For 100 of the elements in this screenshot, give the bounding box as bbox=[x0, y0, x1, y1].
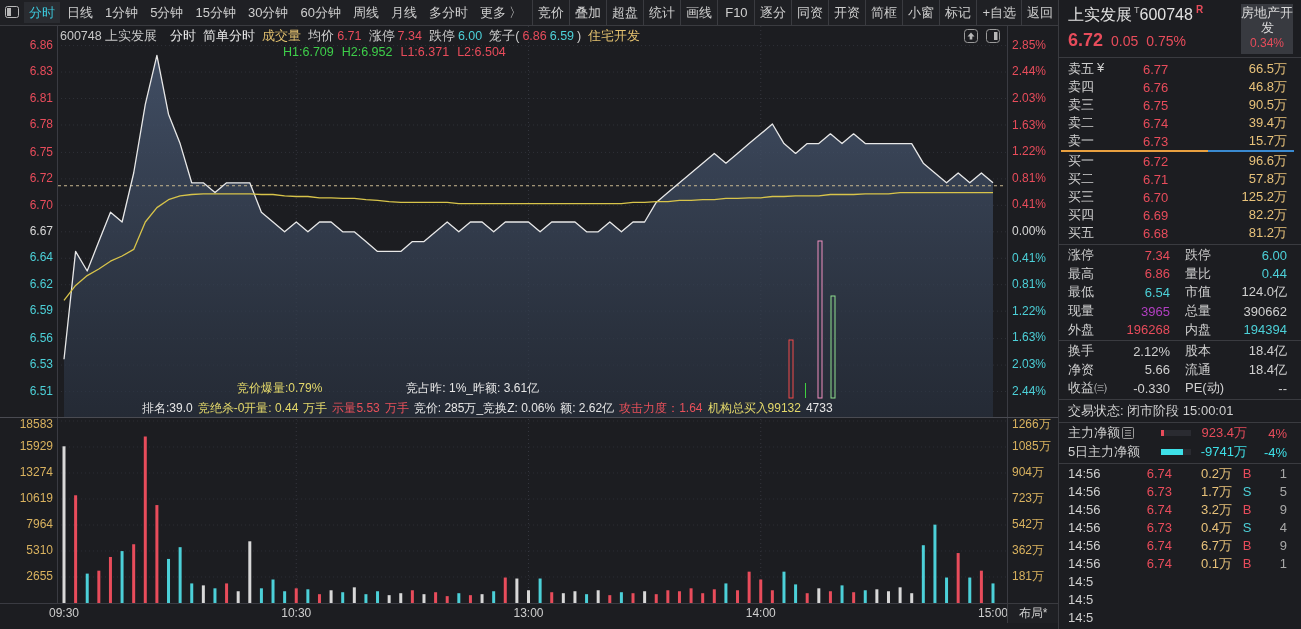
volume-bar bbox=[271, 579, 275, 603]
toolbar-button[interactable]: 同资 bbox=[791, 0, 829, 25]
flow-label: 主力净额 bbox=[1068, 424, 1120, 443]
toolbar-button[interactable]: 简框 bbox=[865, 0, 903, 25]
volume-bar bbox=[817, 588, 821, 603]
volume-bar bbox=[828, 591, 832, 603]
toolbar-button[interactable]: +自选 bbox=[976, 0, 1021, 25]
toolbar-button[interactable]: 标记 bbox=[939, 0, 977, 25]
period-tab[interactable]: 5分钟 bbox=[145, 2, 189, 23]
volume-bar bbox=[770, 590, 774, 603]
stat-label: 外盘 bbox=[1068, 320, 1095, 339]
volume-bar bbox=[863, 590, 867, 603]
axis-label: 2.03% bbox=[1012, 91, 1047, 105]
period-tab[interactable]: 60分钟 bbox=[295, 2, 346, 23]
flow-label: 5日主力净额 bbox=[1068, 443, 1141, 462]
trade-volume: 6.7万 bbox=[1199, 536, 1232, 555]
volume-bar bbox=[805, 593, 809, 603]
stat-value: 6.86 bbox=[1143, 266, 1170, 282]
volume-bar bbox=[306, 589, 310, 603]
toolbar-button[interactable]: F10 bbox=[717, 0, 755, 25]
info-value: 6.71 bbox=[337, 28, 362, 44]
volume-bar bbox=[561, 593, 565, 603]
stat-label: 市值 bbox=[1184, 283, 1212, 302]
stock-tag: R bbox=[1195, 4, 1204, 16]
period-tab[interactable]: 15分钟 bbox=[190, 2, 241, 23]
indicator-text: 额: 2.62亿 bbox=[560, 400, 615, 416]
order-level-label: 卖二 bbox=[1068, 114, 1094, 132]
period-tab[interactable]: 日线 bbox=[62, 2, 98, 23]
stat-value: 3965 bbox=[1140, 303, 1170, 319]
volume-bar bbox=[677, 591, 681, 603]
stat-value: 18.4亿 bbox=[1247, 360, 1287, 379]
volume-bar bbox=[689, 588, 693, 603]
trade-time: 14:56 bbox=[1068, 466, 1102, 482]
axis-label: 1.63% bbox=[1012, 330, 1047, 345]
order-price: 6.74 bbox=[1143, 115, 1170, 131]
time-label: 09:30 bbox=[49, 606, 79, 621]
indicator-text: 机构总买入99132 bbox=[707, 400, 801, 416]
indicator-text: 竞价: 285万_竞换Z: 0.06% bbox=[413, 400, 556, 416]
volume-bar bbox=[132, 544, 136, 603]
order-price: 6.73 bbox=[1143, 133, 1170, 149]
volume-bar bbox=[352, 587, 356, 603]
time-label: 10:30 bbox=[281, 606, 312, 621]
volume-bar bbox=[97, 570, 101, 603]
list-icon[interactable] bbox=[1122, 427, 1134, 440]
period-tab[interactable]: 周线 bbox=[347, 2, 384, 23]
toolbar-button[interactable]: 叠加 bbox=[569, 0, 607, 25]
volume-bar bbox=[341, 592, 345, 603]
layout-button[interactable]: 布局* bbox=[1007, 603, 1058, 623]
stat-label: 总量 bbox=[1184, 302, 1212, 321]
order-volume: 96.6万 bbox=[1247, 152, 1287, 170]
volume-bar bbox=[468, 595, 472, 603]
toolbar-button[interactable]: 小窗 bbox=[902, 0, 940, 25]
stat-value: 18.4亿 bbox=[1247, 342, 1287, 361]
stat-label: 收益㈢ bbox=[1068, 379, 1108, 398]
toolbar-button[interactable]: 竞价 bbox=[532, 0, 570, 25]
axis-label: 7964 bbox=[26, 517, 53, 532]
period-tab[interactable]: 更多 〉 bbox=[474, 2, 528, 23]
volume-bar bbox=[248, 541, 252, 603]
sector-name: 房地产开发 bbox=[1241, 6, 1293, 36]
period-tab[interactable]: 分时 bbox=[24, 2, 60, 23]
panel-toggle-icon[interactable] bbox=[5, 6, 19, 18]
info-label: 笼子( bbox=[489, 28, 520, 44]
stat-value: 6.00 bbox=[1260, 247, 1287, 263]
arrow-up-icon[interactable] bbox=[964, 29, 978, 43]
toolbar-button[interactable]: 超盘 bbox=[606, 0, 644, 25]
currency-tag: ¥ bbox=[1097, 60, 1105, 78]
volume-bar bbox=[956, 553, 960, 603]
order-level-label: 买三 bbox=[1068, 188, 1094, 206]
axis-label: 6.62 bbox=[29, 276, 53, 291]
volume-bar bbox=[921, 545, 925, 603]
order-level-label: 卖三 bbox=[1068, 96, 1094, 114]
stat-value: 196268 bbox=[1125, 322, 1170, 338]
sector-card[interactable]: 房地产开发 0.34% bbox=[1241, 4, 1293, 54]
volume-bar bbox=[794, 584, 798, 603]
volume-bar bbox=[643, 591, 647, 603]
axis-label: 6.56 bbox=[29, 330, 53, 345]
toolbar-button[interactable]: 画线 bbox=[680, 0, 718, 25]
change-percent: 0.75% bbox=[1146, 33, 1186, 49]
volume-bar bbox=[120, 551, 124, 603]
axis-label: 6.70 bbox=[29, 197, 53, 212]
stat-label: 股本 bbox=[1184, 342, 1212, 361]
time-label: 15:00 bbox=[978, 606, 1007, 621]
axis-label: 1.63% bbox=[1012, 117, 1047, 132]
trade-count: 9 bbox=[1278, 538, 1287, 554]
axis-label: 542万 bbox=[1012, 517, 1045, 532]
panel-toggle-icon[interactable] bbox=[986, 29, 1000, 43]
trade-time: 14:5 bbox=[1068, 574, 1095, 590]
order-level-label: 卖五 bbox=[1068, 60, 1094, 78]
info-label: 均价 bbox=[308, 28, 335, 44]
period-tab[interactable]: 多分时 bbox=[423, 2, 473, 23]
trade-price: 6.74 bbox=[1145, 502, 1172, 518]
toolbar-button[interactable]: 逐分 bbox=[754, 0, 792, 25]
period-tab[interactable]: 月线 bbox=[385, 2, 422, 23]
volume-bar bbox=[167, 558, 170, 603]
flow-amount: -9741万 bbox=[1199, 443, 1247, 462]
period-tab[interactable]: 30分钟 bbox=[242, 2, 294, 23]
order-price: 6.75 bbox=[1143, 97, 1170, 113]
period-tab[interactable]: 1分钟 bbox=[100, 2, 144, 23]
toolbar-button[interactable]: 统计 bbox=[643, 0, 681, 25]
toolbar-button[interactable]: 开资 bbox=[828, 0, 866, 25]
